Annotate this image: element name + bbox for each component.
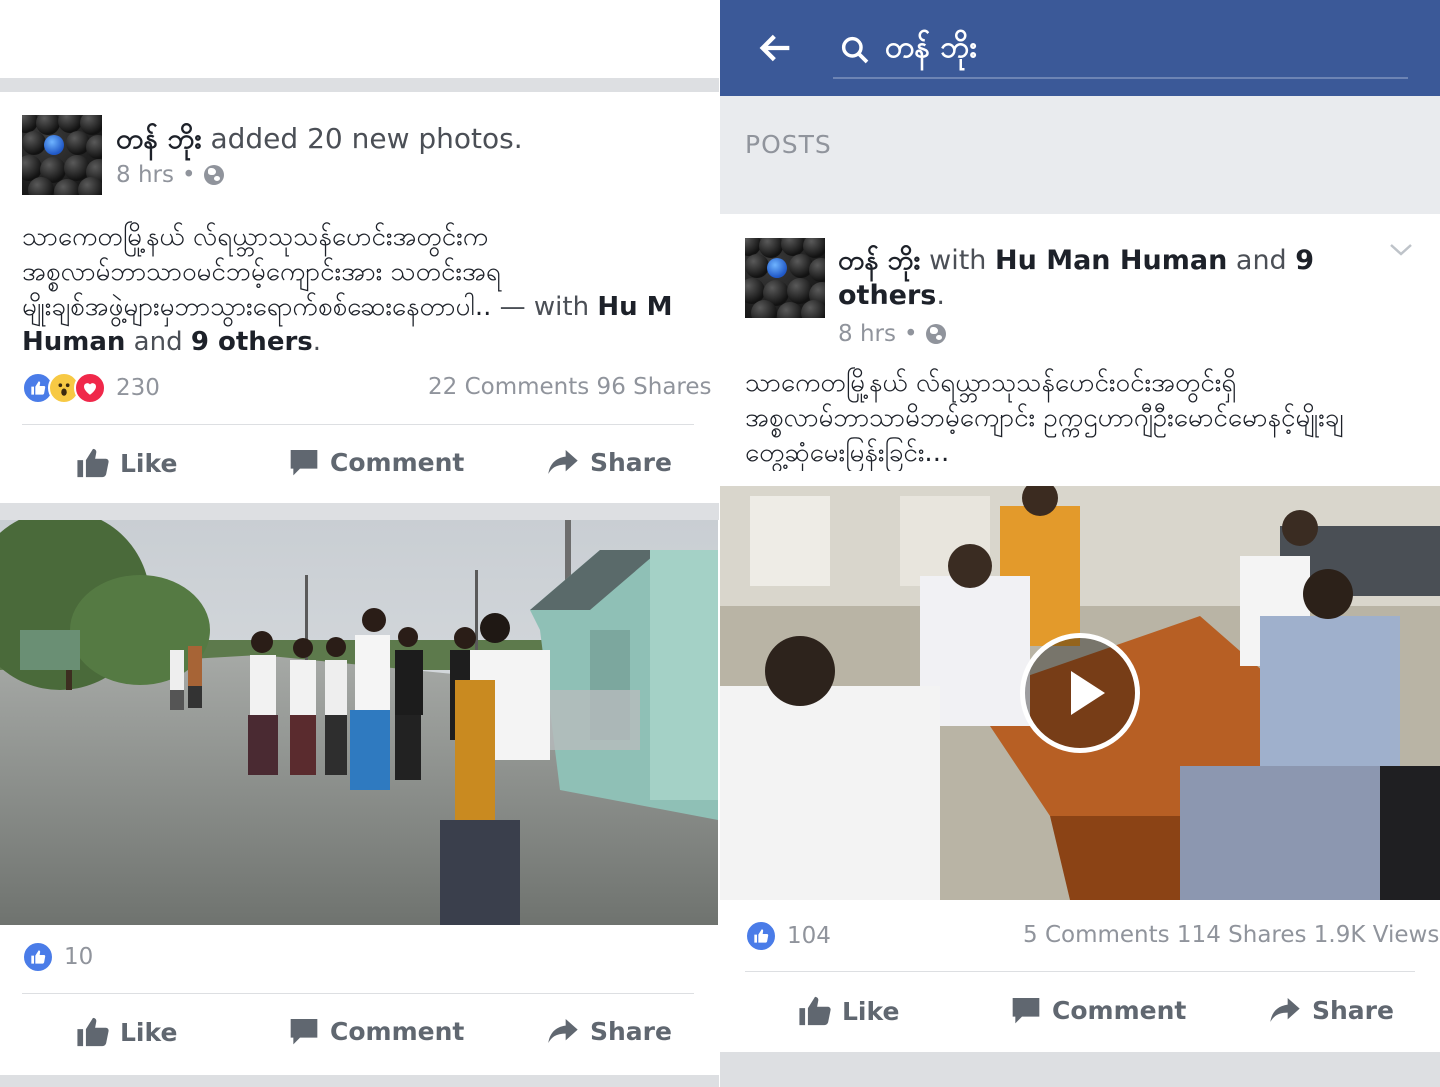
author-avatar[interactable] [745,238,825,318]
post-text-line: အစ္စလာမ်ဘာသာမိဘမ့်ကျောင်း ဥက္ကဌဟာဂျီဦးမေ… [745,403,1344,433]
meta-dot: • [903,321,918,347]
tagged-others-link[interactable]: others [838,280,936,311]
like-label: Like [120,448,178,478]
comment-button[interactable]: Comment [1010,994,1186,1026]
post-text-line: အစ္စလာမ်ဘာသာဝမင်ဘမ့်ကျောင်းအား သတင်းအရ [22,257,501,287]
thumbs-up-icon [799,996,831,1026]
search-query-text: တန် ဘိုး [885,30,977,65]
like-icon [22,941,54,973]
reactions-summary[interactable]: 10 [22,941,93,973]
post-meta: 8 hrs • [838,321,946,347]
author-name[interactable]: တန် ဘိုး [116,122,202,155]
feed-separator [0,1075,719,1087]
comment-button[interactable]: Comment [288,1015,464,1047]
share-arrow-icon [1270,998,1300,1022]
left-feed-pane: တန် ဘိုး added 20 new photos. 8 hrs • သာ… [0,0,719,1087]
search-icon [841,36,869,63]
love-icon [74,372,106,404]
post-photo[interactable] [0,520,718,925]
comments-shares-count[interactable]: 22 Comments 96 Shares [428,374,712,400]
share-label: Share [590,1016,672,1046]
globe-icon [925,324,946,344]
feed-separator [0,78,719,92]
post-headline: တန် ဘိုး added 20 new photos. [116,120,523,162]
feed-separator [0,503,719,520]
like-button[interactable]: Like [798,994,899,1028]
right-search-pane: တန် ဘိုး POSTS တန် ဘိုး with Hu Man Huma… [720,0,1440,1087]
like-label: Like [842,996,900,1026]
reactions-summary[interactable]: 230 [22,372,160,404]
post-text-line: တွေ့ဆုံမေးမြန်းခြင်း... [745,438,950,468]
author-name[interactable]: တန် ဘိုး [838,245,921,276]
like-button[interactable]: Like [76,446,177,480]
share-label: Share [590,447,672,477]
back-arrow-icon [759,34,790,62]
share-button[interactable]: Share [546,446,672,478]
comment-button[interactable]: Comment [288,446,464,478]
post-video[interactable] [720,486,1440,900]
share-button[interactable]: Share [546,1015,672,1047]
action-divider [22,993,694,994]
and-word: and [1227,245,1296,276]
headline-action: added 20 new photos. [201,122,523,155]
post-text-line: မျိုးချစ်အဖွဲ့များမှဘာသွားရောက်စစ်ဆေးနေတ… [22,292,673,322]
share-arrow-icon [548,450,578,474]
with-separator: — with [491,292,598,322]
thumbs-up-icon [77,448,109,478]
comment-icon [1012,998,1040,1024]
period: . [312,327,322,357]
tagged-others-link[interactable]: 9 others [191,327,313,357]
period: . [936,280,945,311]
reactions-summary[interactable]: 104 [745,920,831,952]
reaction-count: 10 [64,944,94,970]
post-text-line: သာကေတမြို့နယ် လ်ရယ္ဘာသုသန်ပောင်းအတွင်းက [22,222,489,252]
post-time[interactable]: 8 hrs [116,162,174,188]
like-button[interactable]: Like [76,1015,177,1049]
author-avatar[interactable] [22,115,102,195]
reaction-count: 104 [787,923,831,949]
play-icon[interactable] [1020,633,1140,753]
like-icon [745,920,777,952]
tagged-name[interactable]: Hu Man Human [995,245,1227,276]
chevron-down-icon [1390,244,1412,256]
post-text-line: Human and 9 others. [22,325,673,360]
post-body: သာကေတမြို့နယ် လ်ရယ္ဘာသုသန်ပောင်းဝင်းအတွင… [745,366,1440,471]
comment-label: Comment [1052,995,1187,1025]
comment-icon [290,1019,318,1045]
share-button[interactable]: Share [1268,994,1394,1026]
and-word: and [125,327,191,357]
share-arrow-icon [548,1019,578,1043]
tagged-name-end[interactable]: Human [22,327,125,357]
share-label: Share [1312,995,1394,1025]
tagged-count[interactable]: 9 [1295,245,1314,276]
post-headline: တန် ဘိုး with Hu Man Human and 9 [838,243,1314,283]
comments-shares-views[interactable]: 5 Comments 114 Shares 1.9K Views [1023,922,1439,948]
comment-icon [290,450,318,476]
posts-section-label: POSTS [745,130,832,159]
action-divider [745,971,1415,972]
post-time[interactable]: 8 hrs [838,321,896,347]
reaction-count: 230 [116,375,160,401]
comment-label: Comment [330,1016,465,1046]
post-meta: 8 hrs • [116,162,224,188]
action-divider [22,424,694,425]
post-body: သာကေတမြို့နယ် လ်ရယ္ဘာသုသန်ပောင်းအတွင်းက … [22,220,673,360]
like-label: Like [120,1017,178,1047]
meta-dot: • [181,162,196,188]
thumbs-up-icon [77,1017,109,1047]
back-button[interactable] [756,26,796,74]
search-header: တန် ဘိုး [720,0,1440,96]
post-headline-cont: others. [838,280,945,311]
globe-icon [203,165,224,185]
post-text-line: သာကေတမြို့နယ် လ်ရယ္ဘာသုသန်ပောင်းဝင်းအတွင… [745,368,1237,398]
comment-label: Comment [330,447,465,477]
with-word: with [920,245,995,276]
tagged-name-start[interactable]: Hu M [597,292,672,322]
search-input[interactable]: တန် ဘိုး [833,22,1408,79]
post-menu-button[interactable] [1389,240,1413,264]
feed-separator [720,1052,1440,1087]
